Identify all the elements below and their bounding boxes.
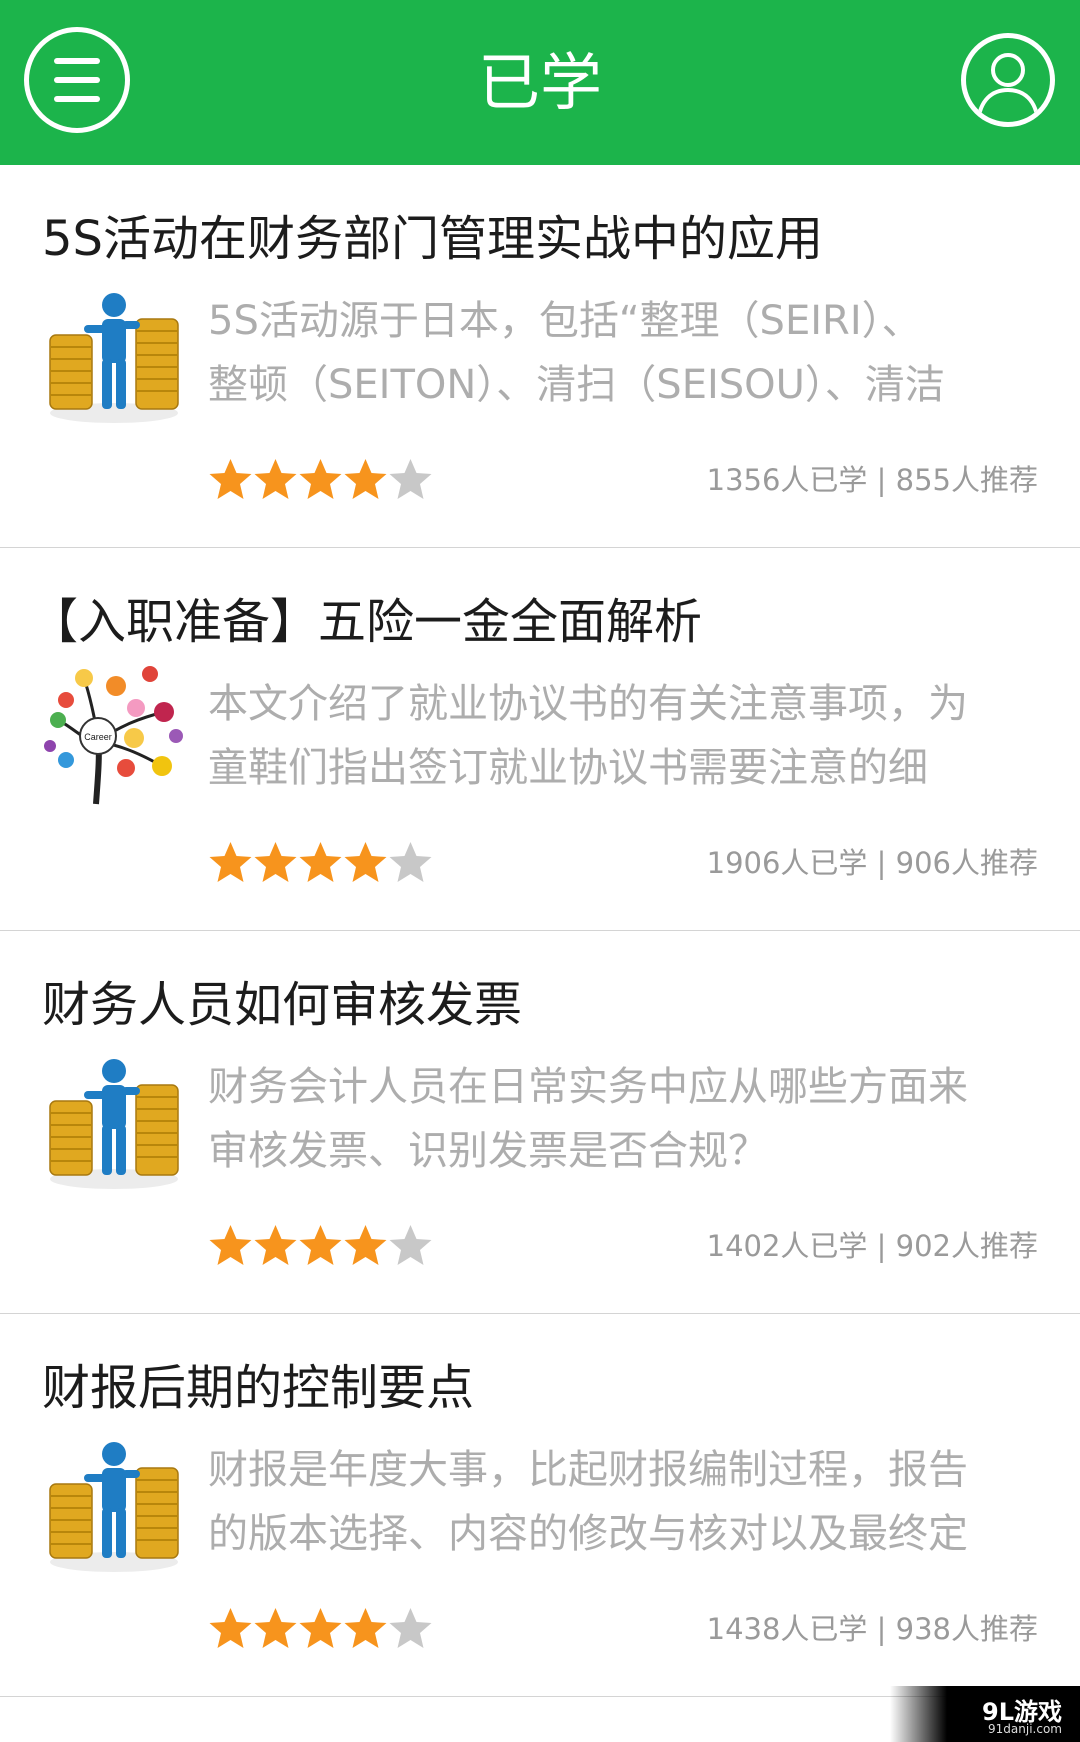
watermark-url: 91danji.com — [988, 1722, 1062, 1736]
career-label: Career — [84, 732, 112, 742]
star-empty-icon — [389, 842, 432, 882]
star-filled-icon — [209, 1225, 252, 1265]
course-card[interactable]: 【入职准备】五险一金全面解析 Career 本文介绍了就业协议书的有关注意事项，… — [0, 548, 1080, 931]
rating-stars — [208, 840, 433, 886]
learned-course-list: 5S活动在财务部门管理实战中的应用 5S活动源于日本，包括“整理（SEIRI）、… — [0, 165, 1080, 1697]
course-card[interactable]: 财务人员如何审核发票 财务会计人员在日常实务中应从哪些方面来 审核发票、识别发票… — [0, 931, 1080, 1314]
course-card[interactable]: 5S活动在财务部门管理实战中的应用 5S活动源于日本，包括“整理（SEIRI）、… — [0, 165, 1080, 548]
star-filled-icon — [344, 1608, 387, 1648]
rating-stars — [208, 457, 433, 503]
coins-figure-thumbnail — [44, 1051, 184, 1191]
course-description: 5S活动源于日本，包括“整理（SEIRI）、 整顿（SEITON）、清扫（SEI… — [208, 298, 945, 408]
star-filled-icon — [299, 1225, 342, 1265]
star-filled-icon — [254, 459, 297, 499]
course-description: 财务会计人员在日常实务中应从哪些方面来 审核发票、识别发票是否合规？ — [208, 1064, 968, 1174]
learn-stats: 1438人已学 | 938人推荐 — [706, 1612, 1038, 1646]
coins-figure-thumbnail — [44, 285, 184, 425]
course-description: 本文介绍了就业协议书的有关注意事项，为 童鞋们指出签订就业协议书需要注意的细 — [208, 681, 968, 791]
course-title: 【入职准备】五险一金全面解析 — [30, 594, 703, 650]
coins-figure-thumbnail — [44, 1434, 184, 1574]
star-filled-icon — [344, 842, 387, 882]
course-title: 财报后期的控制要点 — [42, 1360, 475, 1416]
star-empty-icon — [389, 1608, 432, 1648]
star-filled-icon — [254, 842, 297, 882]
course-title: 财务人员如何审核发票 — [42, 977, 523, 1033]
rating-stars — [208, 1223, 433, 1269]
course-description: 财报是年度大事，比起财报编制过程，报告 的版本选择、内容的修改与核对以及最终定 — [208, 1447, 968, 1557]
star-filled-icon — [254, 1225, 297, 1265]
star-filled-icon — [344, 459, 387, 499]
star-filled-icon — [209, 459, 252, 499]
page-title: 已学 — [477, 46, 602, 119]
course-card[interactable]: 财报后期的控制要点 财报是年度大事，比起财报编制过程，报告 的版本选择、内容的修… — [0, 1314, 1080, 1697]
star-filled-icon — [299, 459, 342, 499]
star-filled-icon — [209, 1608, 252, 1648]
user-profile-icon[interactable] — [961, 33, 1055, 127]
star-filled-icon — [344, 1225, 387, 1265]
learn-stats: 1402人已学 | 902人推荐 — [706, 1229, 1038, 1263]
rating-stars — [208, 1606, 433, 1652]
top-bar: 已学 — [0, 0, 1080, 165]
star-filled-icon — [254, 1608, 297, 1648]
star-empty-icon — [389, 1225, 432, 1265]
career-tree-thumbnail: Career — [40, 656, 190, 806]
course-title: 5S活动在财务部门管理实战中的应用 — [42, 211, 824, 267]
star-filled-icon — [299, 842, 342, 882]
star-filled-icon — [299, 1608, 342, 1648]
learn-stats: 1356人已学 | 855人推荐 — [706, 463, 1038, 497]
star-empty-icon — [389, 459, 432, 499]
learn-stats: 1906人已学 | 906人推荐 — [706, 846, 1038, 880]
site-watermark: 9L游戏 91danji.com — [890, 1686, 1080, 1742]
star-filled-icon — [209, 842, 252, 882]
